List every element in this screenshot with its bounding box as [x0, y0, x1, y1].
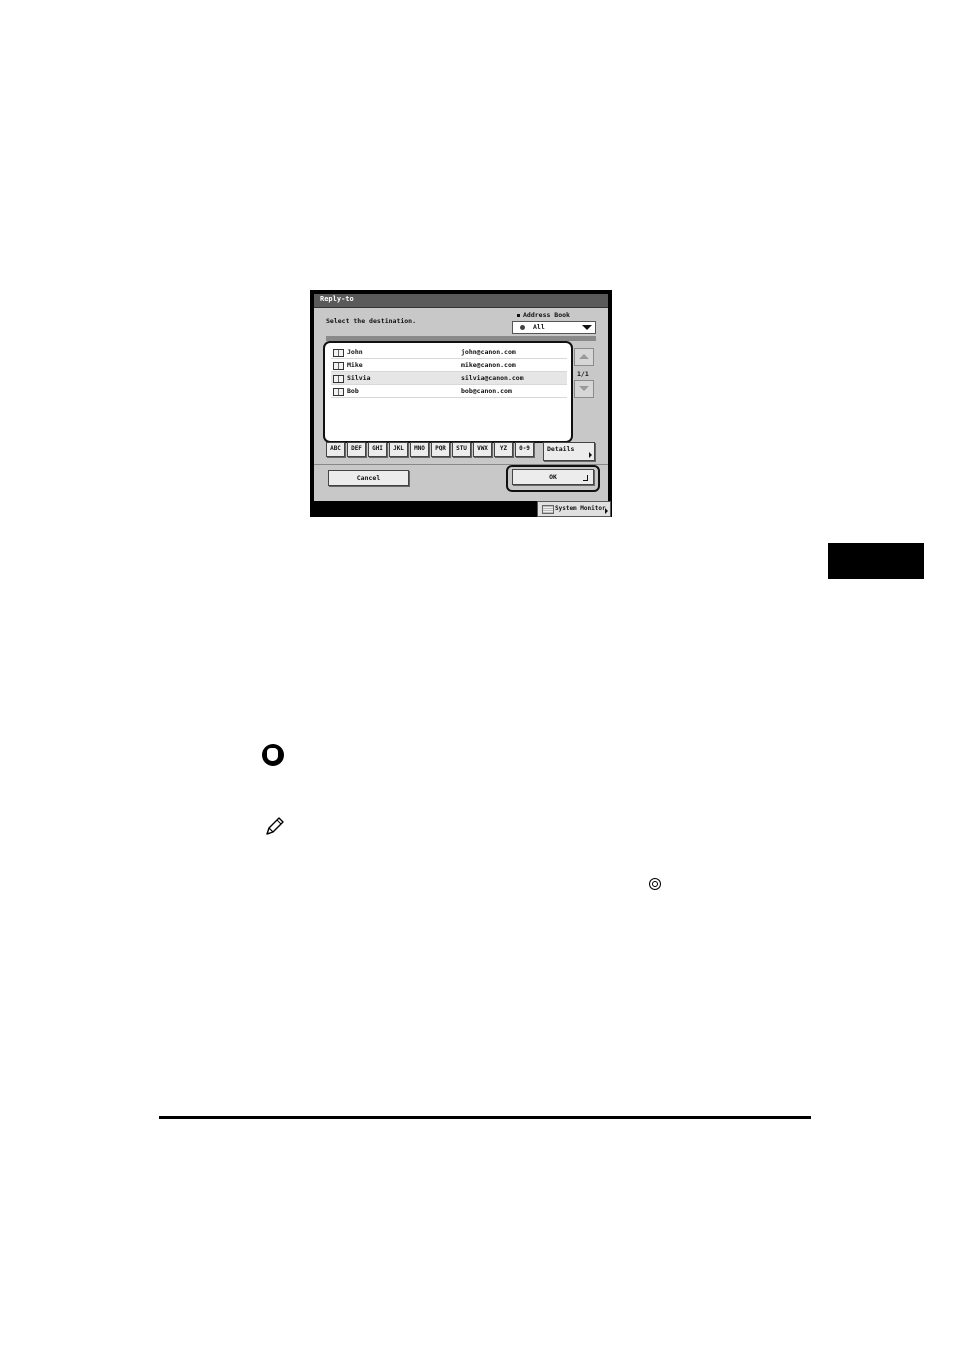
entry-name: Silvia — [347, 374, 371, 382]
list-item[interactable]: Silvia silvia@canon.com — [331, 372, 567, 385]
list-item[interactable]: John john@canon.com — [331, 346, 567, 359]
list-item[interactable]: Bob bob@canon.com — [331, 385, 567, 398]
destination-panel: Select the destination. Address Book All… — [314, 308, 608, 501]
square-bullet-icon — [517, 313, 520, 317]
entry-address: mike@canon.com — [461, 361, 516, 369]
triangle-right-icon — [605, 508, 608, 514]
address-book-entry-icon — [333, 349, 344, 357]
caution-hand-icon — [262, 744, 284, 766]
arrow-up-icon — [579, 354, 589, 359]
alpha-key-abc[interactable]: ABC — [326, 442, 345, 457]
alpha-key-0-9[interactable]: 0-9 — [515, 442, 534, 457]
page-indicator: 1/1 — [577, 370, 589, 378]
address-book-entry-icon — [333, 362, 344, 370]
alpha-key-def[interactable]: DEF — [347, 442, 366, 457]
address-book-select[interactable]: All — [512, 321, 596, 334]
address-book-entry-icon — [333, 375, 344, 383]
dropdown-arrow-icon — [582, 325, 592, 330]
entry-address: silvia@canon.com — [461, 374, 524, 382]
entry-address: john@canon.com — [461, 348, 516, 356]
pencil-note-icon — [266, 817, 284, 835]
address-book-label: Address Book — [517, 311, 570, 319]
alpha-key-pqr[interactable]: PQR — [431, 442, 450, 457]
entry-name: Mike — [347, 361, 363, 369]
scroll-down-button[interactable] — [574, 380, 594, 398]
alpha-key-mno[interactable]: MNO — [410, 442, 429, 457]
entry-name: Bob — [347, 387, 359, 395]
cancel-button[interactable]: Cancel — [328, 470, 409, 486]
details-button[interactable]: Details — [543, 442, 595, 461]
address-book-entry-icon — [333, 388, 344, 396]
scroll-up-button[interactable] — [574, 348, 594, 366]
monitor-icon — [542, 505, 554, 514]
footer-rule — [159, 1116, 811, 1119]
alpha-key-ghi[interactable]: GHI — [368, 442, 387, 457]
address-book-value: All — [533, 323, 545, 331]
arrow-down-icon — [579, 386, 589, 391]
enter-arrow-icon — [583, 475, 588, 481]
list-item[interactable]: Mike mike@canon.com — [331, 359, 567, 372]
destination-list: John john@canon.com Mike mike@canon.com … — [323, 341, 573, 443]
ok-button[interactable]: OK — [512, 469, 594, 485]
alpha-key-vwx[interactable]: VWX — [473, 442, 492, 457]
system-monitor-button[interactable]: System Monitor — [537, 501, 611, 517]
entry-address: bob@canon.com — [461, 387, 512, 395]
radio-dot-icon — [520, 325, 525, 330]
entry-name: John — [347, 348, 363, 356]
screen-title: Reply-to — [320, 295, 354, 303]
alpha-key-stu[interactable]: STU — [452, 442, 471, 457]
triangle-right-icon — [589, 452, 592, 458]
title-bar: Reply-to — [314, 294, 608, 308]
alpha-key-jkl[interactable]: JKL — [389, 442, 408, 457]
alpha-key-yz[interactable]: YZ — [494, 442, 513, 457]
instruction-text: Select the destination. — [326, 317, 417, 325]
start-key-icon — [649, 878, 661, 890]
device-screen: Reply-to Select the destination. Address… — [310, 290, 612, 517]
chapter-tab — [828, 543, 924, 579]
